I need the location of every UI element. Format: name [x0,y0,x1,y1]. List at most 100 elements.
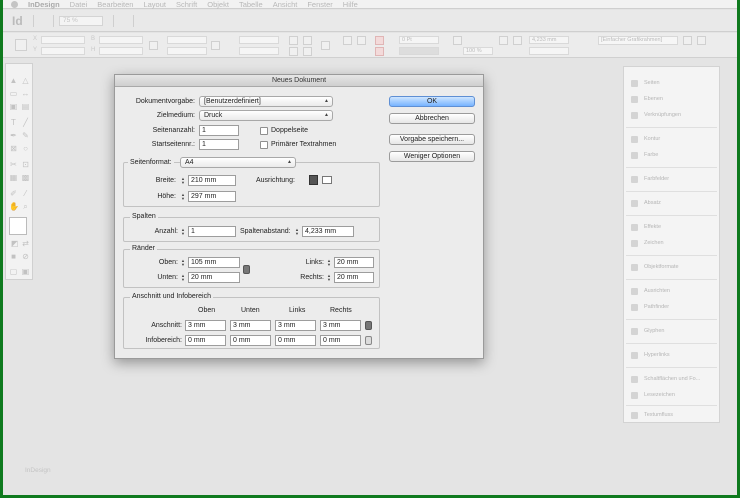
landscape-orientation-icon[interactable] [322,176,332,184]
spaltenabstand-stepper-icon[interactable]: ▲ ▼ [294,226,300,237]
panel-hyperlinks[interactable]: Hyperlinks [624,347,719,363]
abbrechen-button[interactable]: Abbrechen [389,113,475,124]
y-position-field[interactable] [41,47,85,55]
select-container-icon[interactable] [321,41,330,50]
breite-input[interactable]: 210 mm [188,175,236,186]
infobereich-chain-link-icon[interactable] [365,336,372,345]
eyedropper-tool-icon[interactable]: ⁄ [21,189,30,198]
stroke-type-select[interactable] [399,47,439,55]
flip-horizontal-icon[interactable] [303,36,312,45]
infobereich-rechts-input[interactable]: 0 mm [320,335,361,346]
content-collector-icon[interactable]: ▣ [9,102,18,111]
panel-ebenen[interactable]: Ebenen [624,91,719,107]
note-tool-icon[interactable]: ✐ [9,189,18,198]
columns-field[interactable] [529,47,569,55]
zoom-level-field[interactable]: 75 % [59,16,103,26]
gap-tool-icon[interactable]: ↔ [21,89,30,98]
opacity-field[interactable]: 100 % [463,47,493,55]
panel-farbe[interactable]: Farbe [624,147,719,163]
infobereich-unten-input[interactable]: 0 mm [230,335,271,346]
flip-vertical-icon[interactable] [303,47,312,56]
gradient-feather-tool-icon[interactable]: ▩ [21,173,30,182]
x-position-field[interactable] [41,36,85,44]
pencil-tool-icon[interactable]: ✎ [21,131,30,140]
menu-hilfe[interactable]: Hilfe [343,0,358,9]
width-field[interactable] [99,36,143,44]
hoehe-stepper-icon[interactable]: ▲ ▼ [180,191,186,202]
panel-verknuepfungen[interactable]: Verknüpfungen [624,107,719,123]
scale-y-field[interactable] [167,47,207,55]
rotate-ccw-icon[interactable] [289,47,298,56]
seitenanzahl-input[interactable]: 1 [199,125,239,136]
hand-tool-icon[interactable]: ✋ [9,202,19,211]
oben-stepper-icon[interactable]: ▲ ▼ [180,257,186,268]
zoom-tool-icon[interactable]: ⌕ [21,202,30,211]
doppelseite-checkbox[interactable] [260,127,268,135]
panel-absatz[interactable]: Absatz [624,195,719,211]
type-tool-icon[interactable]: T [9,118,18,127]
chain-link-icon[interactable] [243,265,250,274]
scale-x-field[interactable] [167,36,207,44]
dokumentvorgabe-select[interactable]: [Benutzerdefiniert] ▲▼ [199,96,333,107]
effects-fx-icon[interactable] [453,36,462,45]
spalten-anzahl-input[interactable]: 1 [188,226,236,237]
menu-layout[interactable]: Layout [143,0,166,9]
anschnitt-rechts-input[interactable]: 3 mm [320,320,361,331]
free-transform-tool-icon[interactable]: ⊡ [21,160,30,169]
stroke-weight-field[interactable]: 0 Pt [399,36,439,44]
select-content-icon[interactable] [343,36,352,45]
unten-stepper-icon[interactable]: ▲ ▼ [180,272,186,283]
spalten-anzahl-stepper-icon[interactable]: ▲ ▼ [180,226,186,237]
line-tool-icon[interactable]: ╱ [21,118,30,127]
height-field[interactable] [99,47,143,55]
apply-none-icon[interactable]: ⊘ [21,252,30,261]
menu-tabelle[interactable]: Tabelle [239,0,263,9]
anschnitt-unten-input[interactable]: 3 mm [230,320,271,331]
infobereich-links-input[interactable]: 0 mm [275,335,316,346]
content-placer-icon[interactable]: ▤ [21,102,30,111]
scissors-tool-icon[interactable]: ✂ [9,160,18,169]
panel-lesezeichen[interactable]: Lesezeichen [624,387,719,403]
portrait-orientation-icon[interactable] [309,175,318,185]
unten-input[interactable]: 20 mm [188,272,240,283]
measure-field[interactable]: 4,233 mm [529,36,569,44]
hoehe-input[interactable]: 297 mm [188,191,236,202]
menu-fenster[interactable]: Fenster [307,0,332,9]
anschnitt-chain-link-icon[interactable] [365,321,372,330]
panel-seiten[interactable]: Seiten [624,75,719,91]
spaltenabstand-input[interactable]: 4,233 mm [302,226,354,237]
menu-app-name[interactable]: InDesign [28,0,60,9]
scale-link-icon[interactable] [211,41,220,50]
normal-view-icon[interactable]: ▢ [9,267,18,276]
direct-selection-tool-icon[interactable]: △ [21,76,30,85]
quick-apply-icon[interactable] [683,36,692,45]
anschnitt-links-input[interactable]: 3 mm [275,320,316,331]
page-tool-icon[interactable]: ▭ [9,89,18,98]
rotate-cw-icon[interactable] [289,36,298,45]
panel-glyphen[interactable]: Glyphen [624,323,719,339]
swap-colors-icon[interactable]: ⇄ [21,239,30,248]
panel-menu-icon[interactable] [697,36,706,45]
panel-textumfluss[interactable]: Textumfluss [624,407,719,423]
default-colors-icon[interactable]: ◩ [10,239,19,248]
pen-tool-icon[interactable]: ✒ [9,131,18,140]
shear-field[interactable] [239,47,279,55]
infobereich-oben-input[interactable]: 0 mm [185,335,226,346]
menu-ansicht[interactable]: Ansicht [273,0,298,9]
constrain-proportions-icon[interactable] [149,41,158,50]
select-previous-icon[interactable] [357,36,366,45]
selection-tool-icon[interactable]: ▲ [9,76,18,85]
panel-pathfinder[interactable]: Pathfinder [624,299,719,315]
panel-kontur[interactable]: Kontur [624,131,719,147]
menu-datei[interactable]: Datei [70,0,88,9]
panel-objektformate[interactable]: Objektformate [624,259,719,275]
frame-style-select[interactable]: [Einfacher Grafikrahmen] [598,36,678,45]
rechts-input[interactable]: 20 mm [334,272,374,283]
preview-view-icon[interactable]: ▣ [21,267,30,276]
stroke-swatch-icon[interactable] [375,47,384,56]
ellipse-tool-icon[interactable]: ○ [21,144,30,153]
fill-stroke-swatch-icon[interactable] [9,217,27,235]
oben-input[interactable]: 105 mm [188,257,240,268]
menu-schrift[interactable]: Schrift [176,0,197,9]
panel-ausrichten[interactable]: Ausrichten [624,283,719,299]
